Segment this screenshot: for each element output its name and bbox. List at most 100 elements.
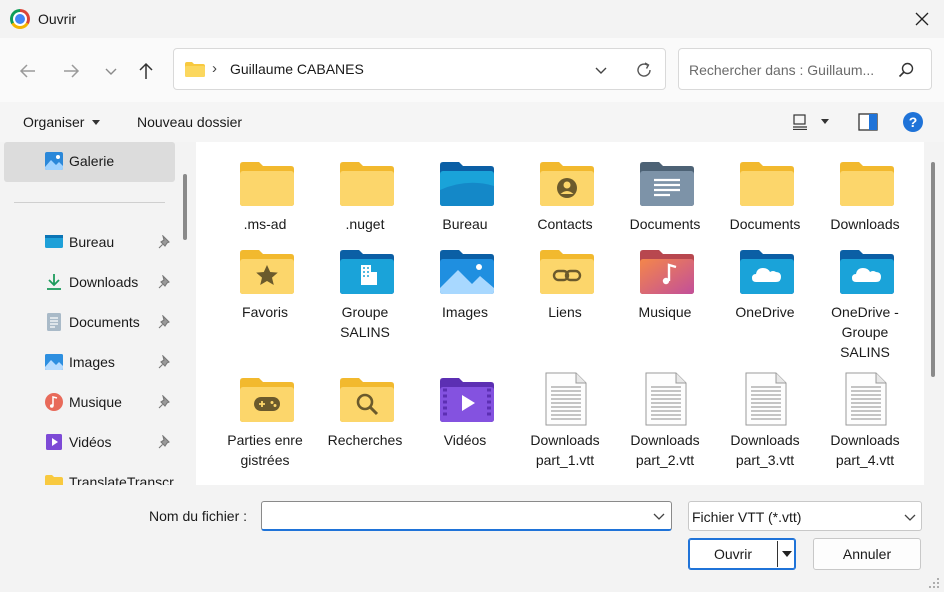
file-label: Groupe SALINS	[340, 304, 390, 340]
file-item[interactable]: Downloads part_2.vtt	[615, 372, 715, 485]
file-label: Downloads	[830, 216, 900, 232]
filename-input[interactable]	[261, 501, 672, 531]
file-item[interactable]: .nuget	[315, 156, 415, 236]
desktop-folder-icon	[440, 162, 494, 206]
file-label: OneDrive	[735, 304, 795, 320]
view-mode-icon[interactable]	[792, 114, 808, 130]
chrome-icon	[10, 9, 30, 29]
file-label: Downloads part_2.vtt	[630, 432, 700, 468]
file-item[interactable]: Favoris	[215, 245, 315, 355]
file-item[interactable]: Parties enregistrées	[215, 372, 315, 485]
file-label: Parties enregistrées	[227, 432, 303, 468]
pin-icon[interactable]	[158, 395, 172, 409]
pin-icon[interactable]	[158, 315, 172, 329]
text-file-icon	[745, 372, 787, 426]
searches-folder-icon	[340, 378, 394, 422]
refresh-icon[interactable]	[634, 60, 654, 80]
breadcrumb-separator: ›	[212, 60, 217, 77]
gallery-icon	[45, 152, 63, 170]
forward-arrow-icon[interactable]	[60, 60, 82, 82]
folder-icon	[740, 162, 794, 206]
sidebar-item-translatetranscr[interactable]: TranslateTranscr	[0, 466, 180, 485]
open-button[interactable]: Ouvrir	[688, 538, 796, 570]
sidebar-item-label: Galerie	[69, 153, 115, 169]
sidebar-scrollbar[interactable]	[183, 174, 187, 240]
cancel-button[interactable]: Annuler	[813, 538, 921, 570]
company-folder-icon	[340, 250, 394, 294]
dialog-footer: Nom du fichier : Fichier VTT (*.vtt) Ouv…	[0, 485, 944, 592]
file-item[interactable]: Musique	[615, 245, 715, 355]
caret-down-icon[interactable]	[820, 118, 830, 126]
back-arrow-icon[interactable]	[17, 60, 39, 82]
sidebar-item-bureau[interactable]: Bureau	[0, 226, 180, 258]
file-item[interactable]: OneDrive	[715, 245, 815, 355]
breadcrumb-current[interactable]: Guillaume CABANES	[230, 61, 364, 77]
file-item[interactable]: Downloads part_4.vtt	[815, 372, 915, 485]
caret-down-icon[interactable]	[782, 551, 792, 557]
sidebar-item-documents[interactable]: Documents	[0, 306, 180, 338]
text-file-icon	[545, 372, 587, 426]
folder-icon	[840, 162, 894, 206]
favorites-folder-icon	[240, 250, 294, 294]
file-item[interactable]: OneDrive - Groupe SALINS	[815, 245, 915, 360]
file-item[interactable]: Downloads part_3.vtt	[715, 372, 815, 485]
navigation-pane: Galerie Bureau Downloads Documents Image…	[0, 142, 193, 485]
onedrive-folder-icon	[840, 250, 894, 294]
file-type-value: Fichier VTT (*.vtt)	[692, 509, 802, 525]
file-label: .ms-ad	[243, 216, 287, 232]
chevron-down-icon[interactable]	[592, 61, 610, 79]
file-item[interactable]: Downloads part_1.vtt	[515, 372, 615, 485]
onedrive-folder-icon	[740, 250, 794, 294]
file-type-select[interactable]: Fichier VTT (*.vtt)	[688, 501, 922, 531]
image-icon	[45, 354, 63, 370]
file-item[interactable]: .ms-ad	[215, 156, 315, 236]
file-item[interactable]: Liens	[515, 245, 615, 355]
text-file-icon	[845, 372, 887, 426]
file-item[interactable]: Images	[415, 245, 515, 355]
file-item[interactable]: Documents	[615, 156, 715, 236]
file-item[interactable]: Vidéos	[415, 372, 515, 485]
file-item[interactable]: Contacts	[515, 156, 615, 236]
search-icon[interactable]	[897, 61, 915, 79]
chevron-down-icon[interactable]	[903, 511, 917, 523]
file-item[interactable]: Recherches	[315, 372, 415, 485]
up-arrow-icon[interactable]	[135, 60, 157, 82]
file-label: Favoris	[242, 304, 288, 320]
search-input[interactable]: Rechercher dans : Guillaum...	[689, 62, 874, 78]
music-icon	[45, 393, 63, 411]
pin-icon[interactable]	[158, 235, 172, 249]
file-list-scrollbar[interactable]	[931, 162, 935, 377]
help-icon[interactable]: ?	[903, 112, 923, 132]
file-item[interactable]: Documents	[715, 156, 815, 236]
organize-button[interactable]: Organiser	[23, 114, 84, 130]
file-item[interactable]: Bureau	[415, 156, 515, 236]
pin-icon[interactable]	[158, 355, 172, 369]
sidebar-item-gallery[interactable]: Galerie	[4, 142, 175, 182]
sidebar-item-downloads[interactable]: Downloads	[0, 266, 180, 298]
file-item[interactable]: Groupe SALINS	[315, 245, 415, 355]
links-folder-icon	[540, 250, 594, 294]
desktop-icon	[45, 235, 63, 248]
recent-locations-chevron-icon[interactable]	[100, 60, 122, 82]
file-label: Downloads part_3.vtt	[730, 432, 800, 468]
pin-icon[interactable]	[158, 275, 172, 289]
sidebar-item-label: Images	[69, 354, 115, 370]
caret-down-icon[interactable]	[92, 120, 100, 125]
folder-icon	[240, 162, 294, 206]
chevron-down-icon[interactable]	[652, 510, 666, 522]
file-item[interactable]: Downloads	[815, 156, 915, 236]
close-icon[interactable]	[909, 6, 935, 32]
download-icon	[47, 274, 61, 290]
preview-pane-icon[interactable]	[858, 113, 878, 131]
sidebar-item-images[interactable]: Images	[0, 346, 180, 378]
file-label: Bureau	[442, 216, 488, 232]
new-folder-button[interactable]: Nouveau dossier	[137, 114, 242, 130]
file-label: Liens	[548, 304, 582, 320]
file-label: OneDrive - Groupe SALINS	[831, 304, 899, 360]
sidebar-item-videos[interactable]: Vidéos	[0, 426, 180, 458]
resize-grip-icon[interactable]	[928, 577, 940, 589]
search-box[interactable]: Rechercher dans : Guillaum...	[678, 48, 932, 90]
pin-icon[interactable]	[158, 435, 172, 449]
address-bar[interactable]: › Guillaume CABANES	[173, 48, 666, 90]
sidebar-item-musique[interactable]: Musique	[0, 386, 180, 418]
